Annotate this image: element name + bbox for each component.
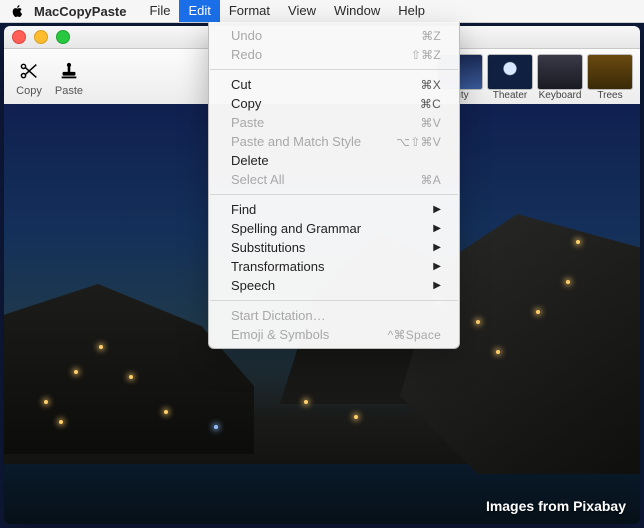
paste-button-label: Paste (55, 85, 83, 97)
menu-separator (210, 194, 458, 195)
keyboard-thumb-icon (537, 54, 583, 90)
menu-item-label: Spelling and Grammar (231, 221, 433, 236)
submenu-arrow-icon: ▶ (433, 261, 441, 272)
paste-button[interactable]: Paste (52, 57, 86, 97)
menu-help[interactable]: Help (389, 0, 434, 22)
menu-item-label: Paste and Match Style (231, 134, 396, 149)
menu-item-shortcut: ⇧⌘Z (411, 48, 441, 62)
minimize-window-button[interactable] (34, 30, 48, 44)
menu-item-shortcut: ⌘A (421, 173, 441, 187)
menu-item-select-all: Select All⌘A (209, 170, 459, 189)
menu-item-speech[interactable]: Speech▶ (209, 276, 459, 295)
zoom-window-button[interactable] (56, 30, 70, 44)
menu-item-label: Emoji & Symbols (231, 327, 388, 342)
menu-item-spelling-and-grammar[interactable]: Spelling and Grammar▶ (209, 219, 459, 238)
menu-item-label: Undo (231, 28, 421, 43)
app-name: MacCopyPaste (34, 4, 126, 19)
thumb-theater[interactable]: Theater (488, 54, 532, 101)
menu-item-label: Paste (231, 115, 421, 130)
menu-item-label: Select All (231, 172, 421, 187)
menu-item-shortcut: ⌘V (421, 116, 441, 130)
menu-item-substitutions[interactable]: Substitutions▶ (209, 238, 459, 257)
menu-item-shortcut: ⌥⇧⌘V (396, 135, 441, 149)
theater-thumb-icon (487, 54, 533, 90)
menu-item-transformations[interactable]: Transformations▶ (209, 257, 459, 276)
menu-item-shortcut: ⌘Z (421, 29, 441, 43)
menu-view[interactable]: View (279, 0, 325, 22)
menu-item-find[interactable]: Find▶ (209, 200, 459, 219)
menu-item-label: Cut (231, 77, 421, 92)
menu-item-paste: Paste⌘V (209, 113, 459, 132)
copy-button[interactable]: Copy (12, 57, 46, 97)
menu-file[interactable]: File (140, 0, 179, 22)
menu-item-label: Redo (231, 47, 411, 62)
submenu-arrow-icon: ▶ (433, 242, 441, 253)
menu-item-shortcut: ⌘X (421, 78, 441, 92)
stamp-icon (55, 57, 83, 85)
submenu-arrow-icon: ▶ (433, 223, 441, 234)
thumb-label: Trees (597, 90, 622, 101)
menu-item-delete[interactable]: Delete (209, 151, 459, 170)
apple-icon[interactable] (10, 4, 24, 18)
menu-item-redo: Redo⇧⌘Z (209, 45, 459, 64)
thumb-label: Keyboard (539, 90, 582, 101)
system-menubar: MacCopyPaste File Edit Format View Windo… (0, 0, 644, 23)
menu-item-shortcut: ⌘C (420, 97, 441, 111)
menu-item-undo: Undo⌘Z (209, 26, 459, 45)
menu-item-cut[interactable]: Cut⌘X (209, 75, 459, 94)
menu-item-label: Speech (231, 278, 433, 293)
image-credit: Images from Pixabay (486, 498, 626, 514)
menu-separator (210, 300, 458, 301)
menu-item-label: Start Dictation… (231, 308, 441, 323)
menu-item-label: Delete (231, 153, 441, 168)
submenu-arrow-icon: ▶ (433, 204, 441, 215)
menu-separator (210, 69, 458, 70)
menu-item-label: Copy (231, 96, 420, 111)
close-window-button[interactable] (12, 30, 26, 44)
menu-item-start-dictation: Start Dictation… (209, 306, 459, 325)
menu-edit[interactable]: Edit (179, 0, 219, 22)
edit-menu-dropdown: Undo⌘ZRedo⇧⌘ZCut⌘XCopy⌘CPaste⌘VPaste and… (208, 22, 460, 349)
menu-item-label: Substitutions (231, 240, 433, 255)
trees-thumb-icon (587, 54, 633, 90)
menu-item-emoji-symbols: Emoji & Symbols^⌘Space (209, 325, 459, 344)
submenu-arrow-icon: ▶ (433, 280, 441, 291)
thumb-keyboard[interactable]: Keyboard (538, 54, 582, 101)
menu-item-shortcut: ^⌘Space (388, 328, 441, 342)
menu-item-copy[interactable]: Copy⌘C (209, 94, 459, 113)
menu-item-label: Transformations (231, 259, 433, 274)
menu-item-label: Find (231, 202, 433, 217)
menu-window[interactable]: Window (325, 0, 389, 22)
scissors-icon (15, 57, 43, 85)
thumb-trees[interactable]: Trees (588, 54, 632, 101)
menu-format[interactable]: Format (220, 0, 279, 22)
thumbnail-row: City Theater Keyboard Trees (438, 54, 632, 101)
thumb-label: Theater (493, 90, 527, 101)
copy-button-label: Copy (16, 85, 42, 97)
menu-item-paste-and-match-style: Paste and Match Style⌥⇧⌘V (209, 132, 459, 151)
